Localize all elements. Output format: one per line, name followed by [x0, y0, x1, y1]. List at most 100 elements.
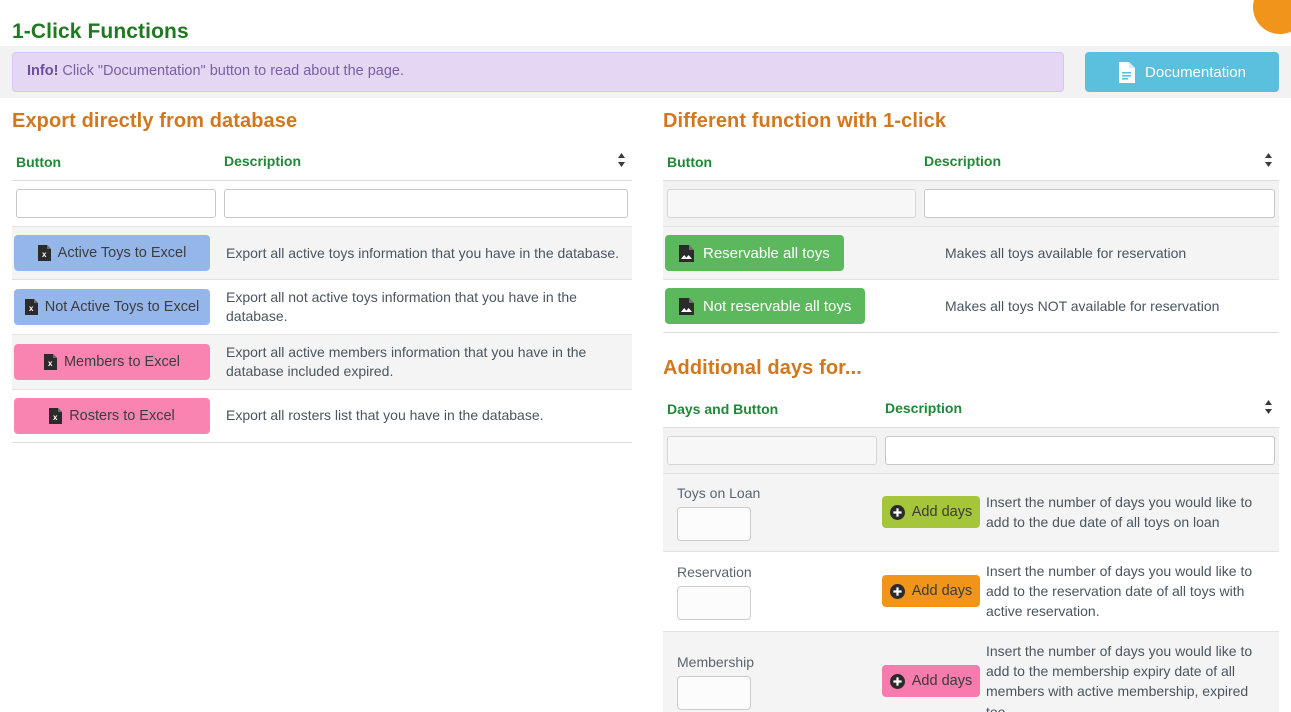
- excel-file-icon: x: [43, 353, 57, 370]
- days-filter-days-input[interactable]: [667, 436, 877, 465]
- document-icon: [1118, 61, 1136, 83]
- table-row: x Not Active Toys to Excel Export all no…: [12, 279, 632, 335]
- export-col-button[interactable]: Button: [12, 149, 220, 181]
- not-active-toys-to-excel-button[interactable]: x Not Active Toys to Excel: [14, 288, 210, 325]
- rosters-to-excel-label: Rosters to Excel: [69, 407, 175, 424]
- plus-circle-icon: [889, 673, 905, 689]
- days-row-membership-label: Membership: [677, 653, 755, 670]
- days-row-reservation-button-wrap: Add days: [882, 567, 982, 615]
- table-row: x Active Toys to Excel Export all active…: [12, 226, 632, 280]
- rosters-to-excel-button[interactable]: x Rosters to Excel: [14, 397, 210, 434]
- days-col-description[interactable]: Description: [881, 396, 1279, 428]
- svg-text:x: x: [29, 304, 34, 313]
- days-row-membership-content: Add days Insert the number of days you w…: [881, 630, 1279, 712]
- export-table-body: x Active Toys to Excel Export all active…: [12, 226, 632, 443]
- export-row-description: Export all rosters list that you have in…: [220, 388, 632, 443]
- table-row: Toys on Loan Add days Insert the number …: [663, 473, 1279, 552]
- not-reservable-all-toys-label: Not reservable all toys: [703, 297, 852, 315]
- oneclick-section-title: Different function with 1-click: [663, 110, 947, 132]
- add-days-reservation-label: Add days: [911, 583, 973, 600]
- oneclick-row-description: Makes all toys available for reservation: [920, 226, 1279, 280]
- add-days-reservation-button[interactable]: Add days: [882, 575, 980, 608]
- oneclick-table-body: Reservable all toys Makes all toys avail…: [663, 226, 1279, 333]
- image-file-icon: [679, 297, 694, 315]
- sort-icon[interactable]: [617, 153, 626, 170]
- export-filter-body: [12, 181, 632, 227]
- additional-days-section-title: Additional days for...: [663, 357, 862, 379]
- days-filter-description-input[interactable]: [885, 436, 1275, 465]
- info-alert-text: Click "Documentation" button to read abo…: [58, 63, 405, 79]
- oneclick-col-description-label: Description: [924, 153, 1002, 169]
- svg-text:x: x: [42, 250, 47, 259]
- excel-file-icon: x: [37, 245, 51, 261]
- export-filter-row: [12, 181, 632, 227]
- export-row-button-cell: x Not Active Toys to Excel: [12, 279, 220, 335]
- not-reservable-all-toys-button[interactable]: Not reservable all toys: [665, 288, 866, 324]
- export-section: Export directly from database Button Des…: [12, 110, 632, 443]
- days-row-reservation-label: Reservation: [677, 563, 752, 580]
- right-column: Different function with 1-click Button D…: [663, 110, 1279, 712]
- table-row: x Rosters to Excel Export all rosters li…: [12, 388, 632, 443]
- export-col-button-label: Button: [16, 154, 62, 170]
- oneclick-filter-description-cell: [920, 180, 1279, 227]
- excel-file-icon: x: [24, 298, 38, 315]
- reservable-all-toys-label: Reservable all toys: [703, 244, 830, 262]
- days-row-reservation-description: Insert the number of days you would like…: [986, 562, 1253, 620]
- oneclick-filter-row: [663, 180, 1279, 227]
- reservable-all-toys-button[interactable]: Reservable all toys: [665, 235, 844, 271]
- sort-icon[interactable]: [1264, 400, 1273, 417]
- oneclick-table: Button Description Reservable all toys M…: [663, 149, 1279, 333]
- oneclick-filter-description-input[interactable]: [924, 189, 1275, 218]
- svg-text:x: x: [53, 413, 58, 422]
- sort-icon[interactable]: [1264, 153, 1273, 170]
- days-filter-row: [663, 427, 1279, 474]
- active-toys-to-excel-label: Active Toys to Excel: [57, 245, 187, 261]
- export-filter-description-input[interactable]: [224, 189, 628, 218]
- days-row-reservation-content: Add days Insert the number of days you w…: [881, 550, 1279, 632]
- oneclick-row-button-cell: Not reservable all toys: [663, 279, 920, 333]
- oneclick-row-description: Makes all toys NOT available for reserva…: [920, 279, 1279, 333]
- page-title: 1-Click Functions: [12, 20, 189, 44]
- documentation-button[interactable]: Documentation: [1085, 52, 1279, 92]
- export-section-title: Export directly from database: [12, 110, 298, 132]
- add-days-membership-label: Add days: [911, 673, 973, 690]
- oneclick-col-description[interactable]: Description: [920, 149, 1279, 181]
- add-days-toys-on-loan-label: Add days: [911, 504, 973, 521]
- info-alert: Info! Click "Documentation" button to re…: [12, 52, 1064, 92]
- add-days-toys-on-loan-button[interactable]: Add days: [882, 496, 980, 529]
- days-row-membership-cell: Membership: [663, 630, 881, 712]
- plus-circle-icon: [889, 583, 905, 599]
- days-row-toys-on-loan-input[interactable]: [677, 506, 751, 541]
- days-filter-body: [663, 427, 1279, 474]
- decorative-orange-circle: [1253, 0, 1291, 34]
- export-row-button-cell: x Members to Excel: [12, 333, 220, 390]
- additional-days-table-body: Toys on Loan Add days Insert the number …: [663, 473, 1279, 712]
- days-row-membership-input[interactable]: [677, 675, 751, 710]
- additional-days-table: Days and Button Description Toys on Loan…: [663, 396, 1279, 712]
- members-to-excel-button[interactable]: x Members to Excel: [14, 343, 210, 380]
- days-col-description-label: Description: [885, 400, 963, 416]
- svg-text:x: x: [48, 359, 53, 368]
- days-col-days-and-button[interactable]: Days and Button: [663, 396, 881, 428]
- export-filter-button-cell: [12, 181, 220, 227]
- table-row: Reservation Add days Insert the number o…: [663, 550, 1279, 632]
- members-to-excel-label: Members to Excel: [63, 353, 181, 370]
- oneclick-col-button-label: Button: [667, 154, 713, 170]
- active-toys-to-excel-button[interactable]: x Active Toys to Excel: [14, 235, 210, 271]
- days-row-reservation-input[interactable]: [677, 585, 751, 620]
- oneclick-col-button[interactable]: Button: [663, 149, 920, 181]
- oneclick-filter-body: [663, 180, 1279, 227]
- info-alert-strong: Info!: [27, 63, 59, 79]
- days-filter-description-cell: [881, 427, 1279, 474]
- oneclick-filter-button-input[interactable]: [667, 189, 916, 218]
- oneclick-row-button-cell: Reservable all toys: [663, 226, 920, 280]
- plus-circle-icon: [889, 504, 905, 520]
- export-table-head: Button Description: [12, 149, 632, 181]
- export-filter-button-input[interactable]: [16, 189, 216, 218]
- days-filter-days-cell: [663, 427, 881, 474]
- export-row-description: Export all active members information th…: [220, 333, 632, 390]
- add-days-membership-button[interactable]: Add days: [882, 665, 980, 698]
- days-row-membership-description: Insert the number of days you would like…: [986, 642, 1253, 712]
- days-row-toys-on-loan-description: Insert the number of days you would like…: [986, 494, 1253, 531]
- export-col-description[interactable]: Description: [220, 149, 632, 181]
